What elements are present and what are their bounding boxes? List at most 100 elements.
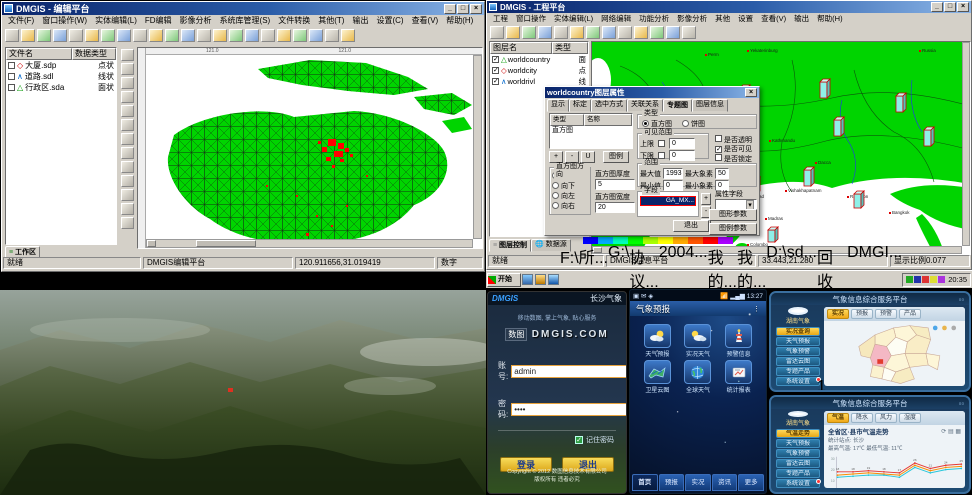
rect-icon[interactable] [121, 119, 134, 131]
column-filename[interactable]: 文件名 [6, 48, 72, 60]
remember-checkbox[interactable]: ✓ [575, 436, 583, 444]
quicklaunch-ie-icon[interactable] [548, 274, 559, 285]
weather-tab-2[interactable]: 实况 [685, 474, 711, 491]
polyline-icon[interactable] [121, 91, 134, 103]
column-layername[interactable]: 图层名 [490, 42, 552, 54]
histogram-bar[interactable] [896, 93, 906, 112]
open-icon[interactable] [21, 29, 35, 42]
sidebar-item-0[interactable]: 气温走势 [776, 429, 820, 438]
circle-icon[interactable] [121, 133, 134, 145]
sidebar-item-5[interactable]: 系统设置 [776, 479, 820, 488]
chart-tools-icon[interactable]: ⟳ ▤ ▦ [941, 428, 961, 435]
sidebar-item-2[interactable]: 气象预警 [776, 449, 820, 458]
theme-list[interactable]: 类型名称 直方图 [549, 113, 633, 149]
select-icon[interactable] [213, 29, 227, 42]
tray-icon[interactable] [914, 276, 921, 283]
project-menu-9[interactable]: 输出 [790, 13, 813, 25]
editor-menu-6[interactable]: 文件转换 [274, 15, 314, 27]
info-icon[interactable] [682, 26, 696, 39]
editor-menu-8[interactable]: 输出 [348, 15, 372, 27]
move-icon[interactable] [121, 175, 134, 187]
editor-menu-11[interactable]: 帮助(H) [442, 15, 477, 27]
delete-icon[interactable] [245, 29, 259, 42]
window-controls-icon[interactable]: ▫▫ [959, 399, 964, 408]
rotate-icon[interactable] [121, 189, 134, 201]
close-button[interactable]: × [470, 4, 482, 14]
project-menu-3[interactable]: 网络编辑 [597, 13, 635, 25]
measure-icon[interactable] [618, 26, 632, 39]
editor-menu-4[interactable]: 影像分析 [176, 15, 216, 27]
app-satellite[interactable]: 卫星云图 [638, 360, 677, 394]
close-icon[interactable]: × [745, 88, 757, 97]
tray-icon[interactable] [922, 276, 929, 283]
sidebar-item-0[interactable]: 实况查询 [776, 327, 820, 336]
account-input[interactable] [511, 365, 627, 378]
help-icon[interactable] [341, 29, 355, 42]
column-type[interactable]: 类型 [550, 114, 584, 126]
remove-theme-button[interactable]: - [565, 151, 579, 163]
histogram-bar[interactable] [768, 227, 778, 242]
add-theme-button[interactable]: + [549, 151, 563, 163]
radio-down[interactable] [552, 182, 559, 189]
project-titlebar[interactable]: DMGIS - 工程平台 _□× [487, 1, 971, 13]
radio-pie[interactable] [682, 120, 689, 127]
lock-checkbox[interactable] [715, 154, 722, 161]
dialog-tab-0[interactable]: 显示 [547, 99, 569, 112]
print-icon[interactable] [650, 26, 664, 39]
editor-menu-9[interactable]: 设置(C) [372, 15, 407, 27]
paste-icon[interactable] [101, 29, 115, 42]
quicklaunch-folder-icon[interactable] [535, 274, 546, 285]
layer-checkbox[interactable] [8, 73, 15, 80]
histogram-bar[interactable] [804, 167, 814, 186]
pan-icon[interactable] [181, 29, 195, 42]
project-menu-5[interactable]: 影像分析 [673, 13, 711, 25]
project-menu-10[interactable]: 帮助(H) [813, 13, 846, 25]
zoom-out-icon[interactable] [165, 29, 179, 42]
column-datatype[interactable]: 数据类型 [72, 48, 116, 60]
project-menu-6[interactable]: 其他 [711, 13, 734, 25]
project-menu-1[interactable]: 窗口操作 [512, 13, 550, 25]
header-more-icon[interactable]: ⋮ [753, 305, 760, 313]
app-forecast[interactable]: 天气预报 [638, 324, 677, 358]
maxpx-input[interactable]: 50 [715, 168, 729, 179]
edit-vertex-icon[interactable] [229, 29, 243, 42]
editor-menu-1[interactable]: 窗口操作(W) [38, 15, 91, 27]
layer-checkbox[interactable]: ✓ [492, 78, 499, 85]
theme-row[interactable]: 直方图 [550, 126, 632, 135]
thickness-input[interactable]: 5 [595, 179, 635, 190]
sidebar-item-1[interactable]: 天气预报 [776, 439, 820, 448]
editor-menu-2[interactable]: 实体编辑(L) [91, 15, 141, 27]
project-menu-2[interactable]: 实体编辑(L) [550, 13, 597, 25]
dialog-tab-2[interactable]: 选中方式 [591, 99, 627, 112]
histogram-bar[interactable] [854, 191, 864, 208]
terrain-3d-view[interactable] [0, 290, 486, 495]
sidebar-item-1[interactable]: 天气预报 [776, 337, 820, 346]
select-icon[interactable] [506, 26, 520, 39]
copy-icon[interactable] [85, 29, 99, 42]
editor-menu-10[interactable]: 查看(V) [408, 15, 443, 27]
line-icon[interactable] [121, 77, 134, 89]
polygon-icon[interactable] [121, 105, 134, 117]
snap-icon[interactable] [121, 217, 134, 229]
maximize-button[interactable]: □ [457, 4, 469, 14]
app-titlebar[interactable]: 气象信息综合服务平台▫▫ [771, 397, 969, 409]
app-report[interactable]: 统计报表 [719, 360, 758, 394]
save-all-icon[interactable] [53, 29, 67, 42]
weather-tab-0[interactable]: 首页 [632, 474, 658, 491]
editor-titlebar[interactable]: DMGIS - 编辑平台 _□× [2, 2, 484, 15]
layer-checkbox[interactable]: ✓ [492, 67, 499, 74]
min-input[interactable]: 0 [663, 180, 683, 191]
quicklaunch-desktop-icon[interactable] [522, 274, 533, 285]
sidebar-item-3[interactable]: 雷达云图 [776, 459, 820, 468]
point-icon[interactable] [121, 63, 134, 75]
editor-map-view[interactable]: 121.0121.0 [137, 47, 483, 249]
cut-icon[interactable] [69, 29, 83, 42]
project-menu-0[interactable]: 工程 [489, 13, 512, 25]
close-button[interactable]: × [957, 2, 969, 12]
project-menu-8[interactable]: 查看(V) [757, 13, 790, 25]
toolbar-tab-2[interactable]: 预警 [875, 309, 897, 319]
toolbar-tab-3[interactable]: 湿度 [899, 413, 921, 423]
new-icon[interactable] [5, 29, 19, 42]
text-icon[interactable] [121, 147, 134, 159]
zoom-rect-icon[interactable] [554, 26, 568, 39]
